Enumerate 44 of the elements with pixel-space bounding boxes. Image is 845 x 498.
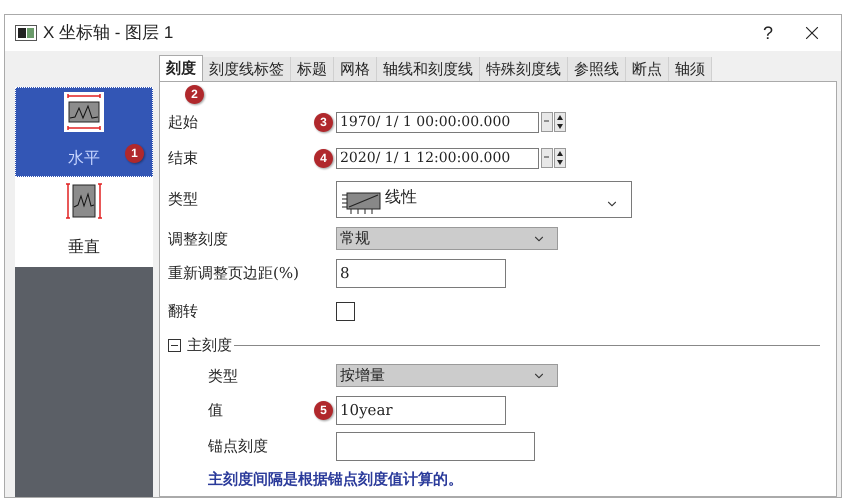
input-field[interactable] bbox=[336, 432, 535, 460]
tab[interactable]: 网格 bbox=[334, 57, 377, 81]
tab[interactable]: 刻度线标签 bbox=[203, 57, 291, 81]
tab[interactable]: 刻度 bbox=[159, 55, 203, 81]
annotation-marker: 1 bbox=[125, 144, 144, 162]
line-chart-icon bbox=[341, 190, 383, 216]
field-label: 类型 bbox=[208, 366, 238, 384]
info-note: 主刻度间隔是根据锚点刻度值计算的。 bbox=[208, 469, 464, 490]
tab[interactable]: 轴线和刻度线 bbox=[377, 57, 480, 81]
scale-type-dropdown[interactable]: 线性 bbox=[336, 180, 632, 218]
field-label: 重新调整页边距(%) bbox=[168, 264, 299, 282]
field-label: 翻转 bbox=[168, 302, 198, 320]
field-label: 类型 bbox=[168, 190, 198, 208]
sidebar-item[interactable]: 水平 1 bbox=[15, 87, 153, 177]
dropdown[interactable]: 常规 bbox=[336, 227, 558, 250]
window-app-icon bbox=[15, 25, 37, 41]
annotation-marker: 4 bbox=[314, 148, 333, 168]
tab[interactable]: 轴须 bbox=[669, 57, 712, 81]
tab[interactable]: 标题 bbox=[291, 57, 334, 81]
datetime-field[interactable]: 2020/ 1/ 1 12:00:00.000 bbox=[336, 148, 539, 168]
input-field[interactable]: 10year bbox=[336, 396, 506, 424]
checkbox[interactable] bbox=[336, 302, 355, 320]
field-label: 值 bbox=[208, 401, 223, 419]
field-label: 起始 bbox=[168, 113, 198, 131]
sidebar-item[interactable]: 垂直 bbox=[15, 177, 153, 267]
field-label: 调整刻度 bbox=[168, 230, 228, 248]
field-label: 结束 bbox=[168, 149, 198, 167]
tab[interactable]: 特殊刻度线 bbox=[480, 57, 568, 81]
spinner-icon[interactable] bbox=[541, 112, 567, 132]
collapse-icon[interactable] bbox=[168, 338, 181, 352]
chart-frame-icon bbox=[64, 92, 104, 132]
help-button[interactable]: ? bbox=[762, 20, 773, 46]
spinner-icon[interactable] bbox=[541, 148, 567, 168]
input-field[interactable]: 8 bbox=[336, 258, 506, 288]
tab[interactable]: 参照线 bbox=[568, 57, 626, 81]
tab[interactable]: 断点 bbox=[626, 57, 669, 81]
section-title: 主刻度 bbox=[187, 334, 232, 356]
dropdown-value: 线性 bbox=[385, 186, 417, 208]
field-label: 锚点刻度 bbox=[208, 437, 268, 455]
annotation-marker: 3 bbox=[314, 112, 333, 132]
window-title: X 坐标轴 - 图层 1 bbox=[43, 22, 174, 44]
annotation-marker: 5 bbox=[314, 400, 333, 420]
datetime-field[interactable]: 1970/ 1/ 1 00:00:00.000 bbox=[336, 112, 539, 132]
dropdown[interactable]: 按增量 bbox=[336, 364, 558, 387]
